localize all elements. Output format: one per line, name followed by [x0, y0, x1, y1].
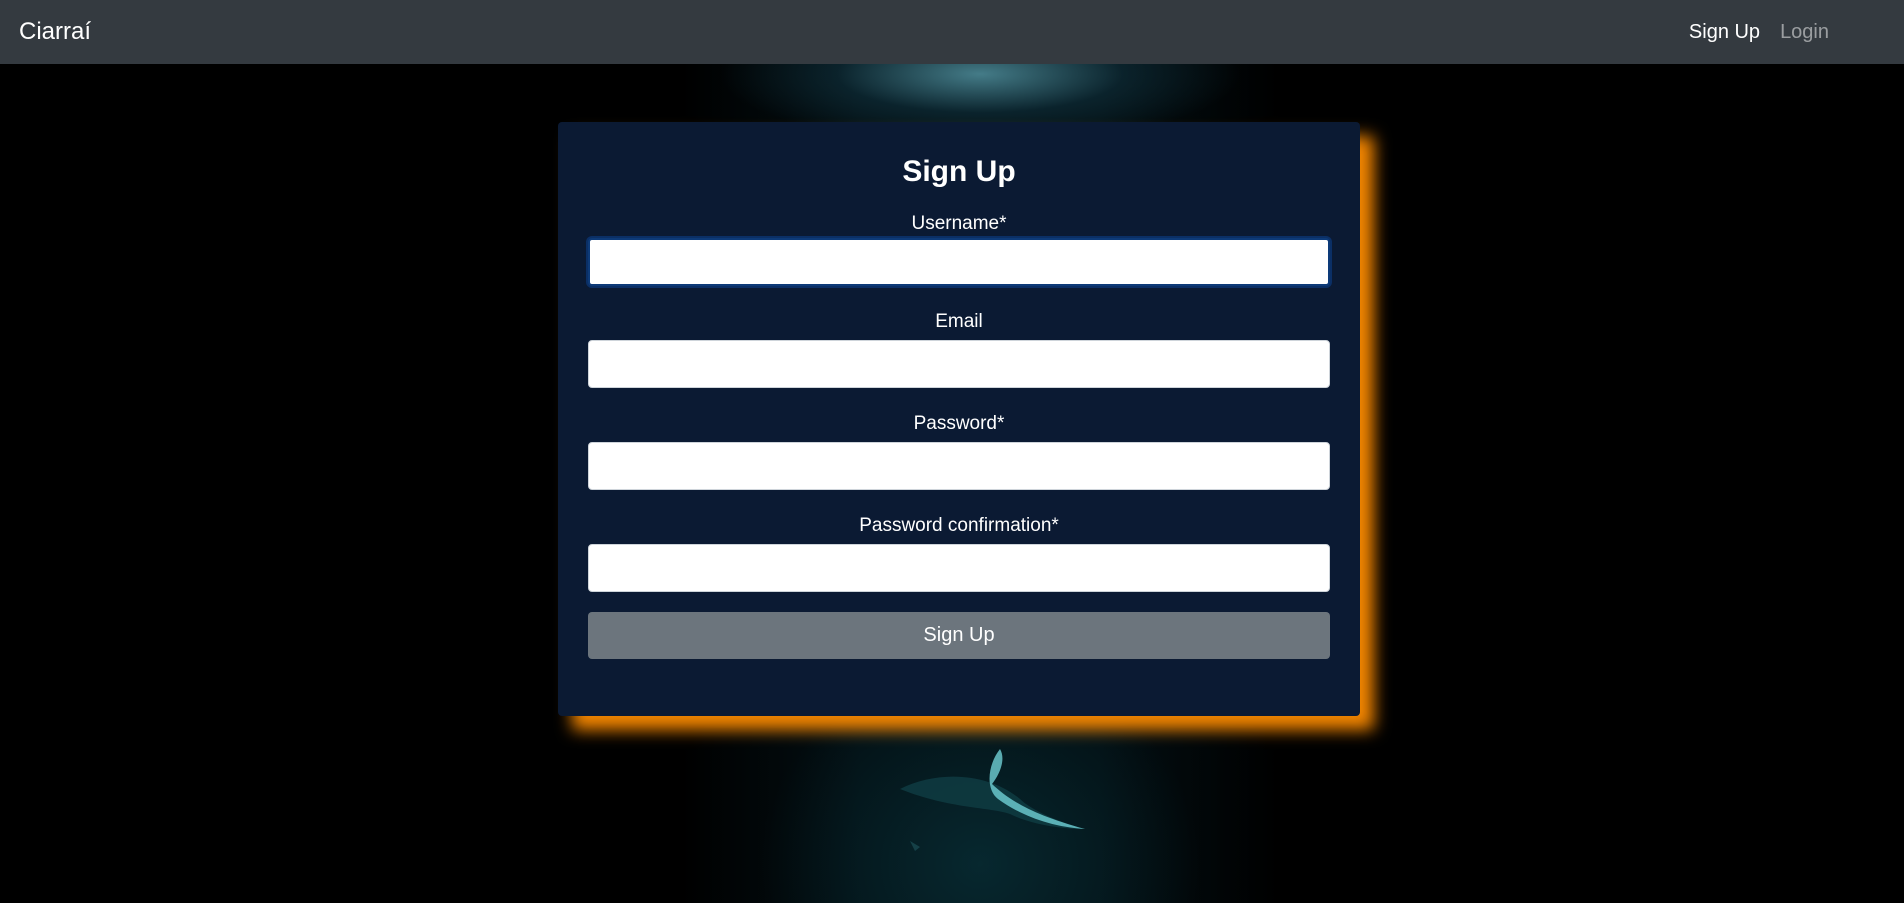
password-confirmation-input[interactable]	[588, 544, 1330, 592]
brand-link[interactable]: Ciarraí	[19, 18, 91, 46]
nav-login-link[interactable]: Login	[1780, 21, 1829, 44]
signup-submit-button[interactable]: Sign Up	[588, 612, 1330, 659]
email-input[interactable]	[588, 340, 1330, 388]
username-input[interactable]	[588, 238, 1330, 286]
signup-card: Sign Up Username* Email Password* Passwo…	[558, 122, 1360, 716]
password-label: Password*	[913, 413, 1005, 434]
email-label: Email	[935, 311, 983, 332]
password-confirmation-label: Password confirmation*	[859, 515, 1059, 536]
username-label: Username*	[911, 213, 1007, 234]
top-navbar: Ciarraí Sign Up Login	[0, 0, 1904, 64]
form-title: Sign Up	[902, 155, 1016, 188]
nav-links: Sign Up Login	[1689, 21, 1829, 44]
nav-signup-link[interactable]: Sign Up	[1689, 21, 1760, 44]
manta-ray-silhouette	[900, 749, 1085, 851]
password-input[interactable]	[588, 442, 1330, 490]
